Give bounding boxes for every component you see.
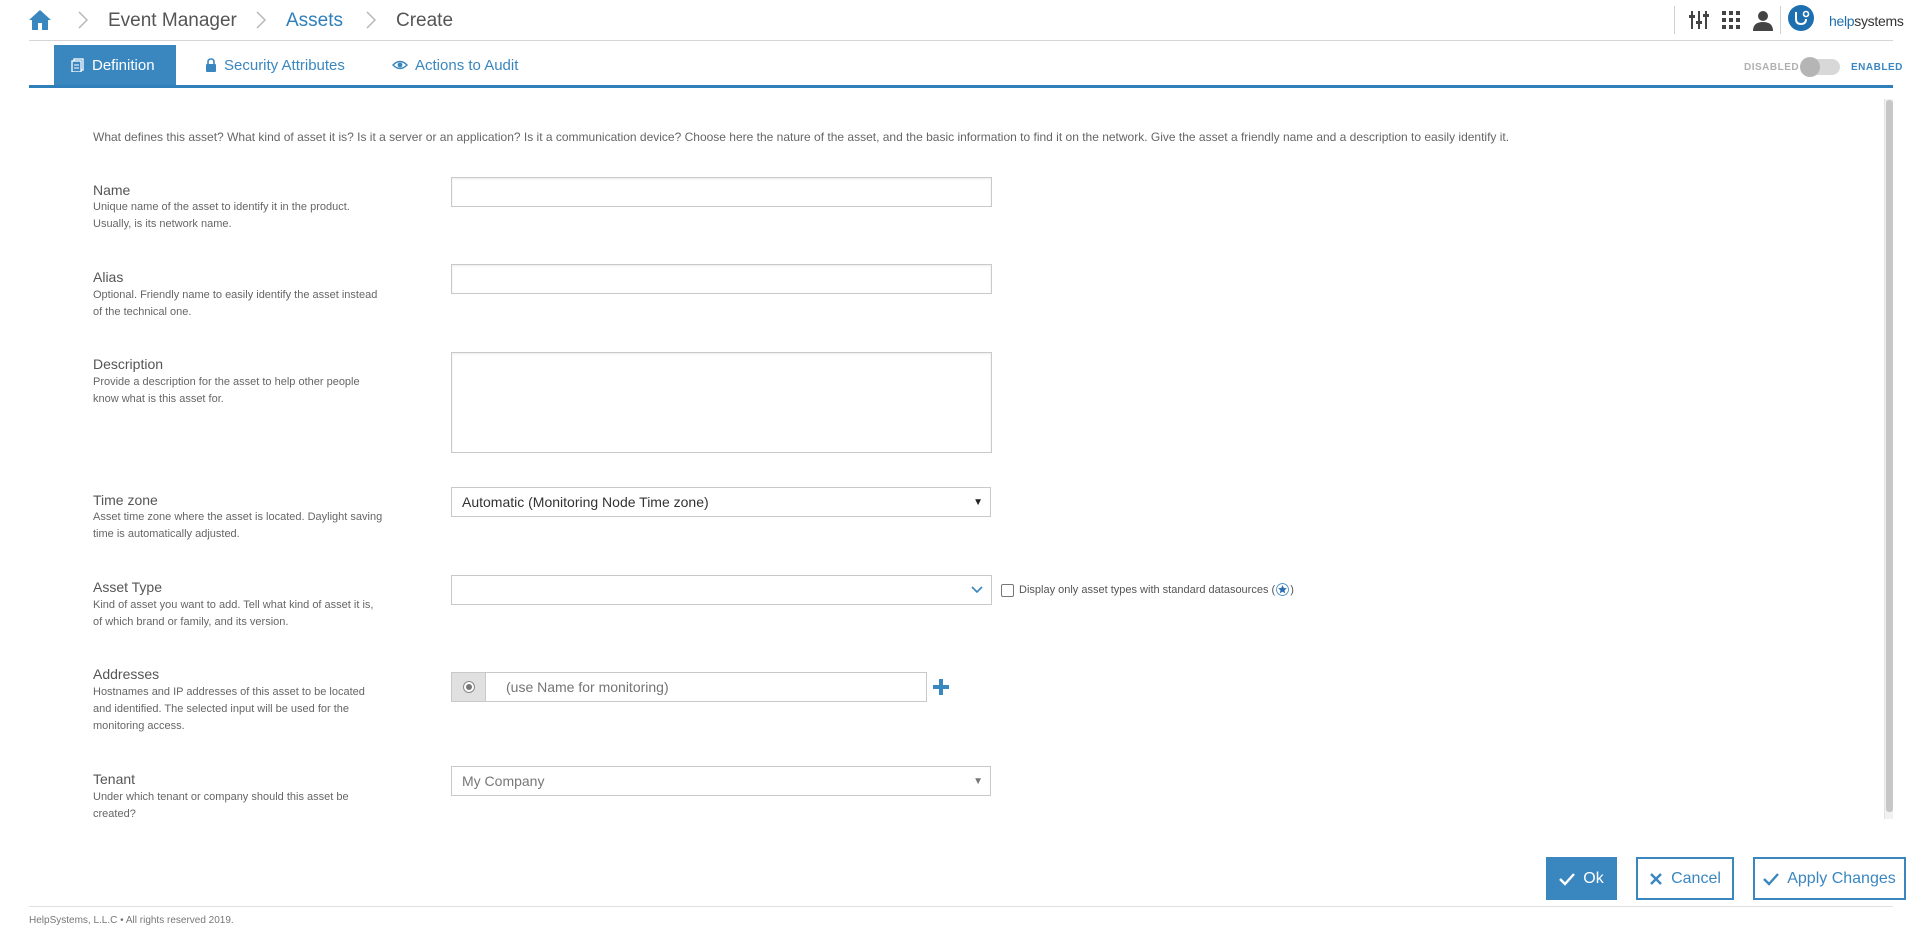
chevron-right-icon	[366, 11, 377, 29]
tab-security-attributes-label: Security Attributes	[224, 56, 345, 74]
footer-divider	[29, 906, 1893, 907]
description-textarea[interactable]	[451, 352, 992, 453]
timezone-label: Time zone	[93, 492, 158, 508]
lock-icon	[206, 58, 216, 72]
tab-security-attributes[interactable]: Security Attributes	[205, 45, 345, 85]
helpsystems-logo-text: helpsystems	[1829, 13, 1904, 29]
caret-down-icon: ▼	[973, 497, 983, 508]
eye-icon	[392, 60, 408, 70]
timezone-select[interactable]: Automatic (Monitoring Node Time zone) ▼	[451, 487, 991, 517]
chevron-down-icon	[971, 586, 983, 594]
apps-grid-icon[interactable]	[1720, 9, 1742, 31]
helpsystems-logo-icon[interactable]	[1788, 5, 1814, 31]
check-icon	[1559, 872, 1576, 886]
name-help: Unique name of the asset to identify it …	[93, 201, 350, 230]
intro-text: What defines this asset? What kind of as…	[93, 130, 1510, 144]
breadcrumb-create: Create	[396, 10, 454, 31]
check-icon	[1763, 872, 1780, 886]
sliders-icon[interactable]	[1688, 9, 1710, 31]
tab-definition-label: Definition	[92, 56, 155, 74]
scrollbar-thumb[interactable]	[1886, 100, 1893, 812]
asset-type-help: Kind of asset you want to add. Tell what…	[93, 599, 374, 628]
breadcrumb-event-manager[interactable]: Event Manager	[108, 10, 237, 32]
std-datasources-label[interactable]: Display only asset types with standard d…	[1019, 583, 1294, 596]
chevron-right-icon	[78, 11, 89, 29]
tenant-selected-value: My Company	[462, 773, 545, 789]
toggle-knob	[1800, 57, 1820, 77]
footer-copyright: HelpSystems, L.L.C • All rights reserved…	[29, 915, 234, 926]
alias-help: Optional. Friendly name to easily identi…	[93, 289, 378, 318]
status-enabled-label: ENABLED	[1851, 62, 1903, 73]
address-select-radio[interactable]	[452, 673, 486, 701]
address-input[interactable]	[486, 673, 926, 701]
tab-actions-to-audit-label: Actions to Audit	[415, 56, 519, 74]
address-row	[451, 672, 927, 702]
name-input[interactable]	[451, 177, 992, 207]
header-divider-line	[29, 40, 1893, 41]
tab-definition[interactable]: Definition	[54, 45, 176, 85]
header-divider	[1780, 6, 1781, 34]
alias-label: Alias	[93, 269, 124, 285]
cancel-button[interactable]: Cancel	[1636, 857, 1734, 900]
content-scrollbar[interactable]	[1884, 99, 1893, 819]
asset-type-select[interactable]	[451, 575, 992, 605]
alias-input[interactable]	[451, 264, 992, 294]
add-address-plus-icon[interactable]	[932, 678, 950, 696]
breadcrumb-assets[interactable]: Assets	[286, 10, 343, 32]
addresses-help: Hostnames and IP addresses of this asset…	[93, 686, 365, 732]
header-divider	[1674, 6, 1675, 34]
document-icon	[71, 58, 84, 72]
radio-icon	[462, 681, 475, 693]
asset-type-label: Asset Type	[93, 579, 163, 595]
chevron-right-icon	[256, 11, 267, 29]
ok-button[interactable]: Ok	[1546, 857, 1617, 900]
tenant-select[interactable]: My Company ▼	[451, 766, 991, 796]
std-datasources-checkbox[interactable]	[1001, 584, 1014, 597]
close-icon	[1650, 872, 1662, 885]
description-label: Description	[93, 356, 164, 372]
timezone-help: Asset time zone where the asset is locat…	[93, 511, 383, 540]
timezone-selected-value: Automatic (Monitoring Node Time zone)	[462, 494, 709, 510]
caret-down-icon: ▼	[973, 776, 983, 787]
apply-changes-button[interactable]: Apply Changes	[1753, 857, 1906, 900]
tabs-underline	[29, 85, 1893, 88]
status-disabled-label: DISABLED	[1744, 62, 1800, 73]
enabled-toggle[interactable]	[1800, 57, 1840, 77]
tenant-label: Tenant	[93, 771, 136, 787]
addresses-label: Addresses	[93, 666, 160, 682]
user-icon[interactable]	[1752, 9, 1774, 31]
tenant-help: Under which tenant or company should thi…	[93, 791, 349, 820]
description-help: Provide a description for the asset to h…	[93, 376, 360, 405]
top-bar: Event Manager Assets Create helpsystems	[0, 0, 1920, 40]
star-circle-icon	[1276, 583, 1290, 596]
tab-actions-to-audit[interactable]: Actions to Audit	[392, 45, 518, 85]
name-label: Name	[93, 182, 131, 198]
home-icon[interactable]	[28, 8, 52, 32]
